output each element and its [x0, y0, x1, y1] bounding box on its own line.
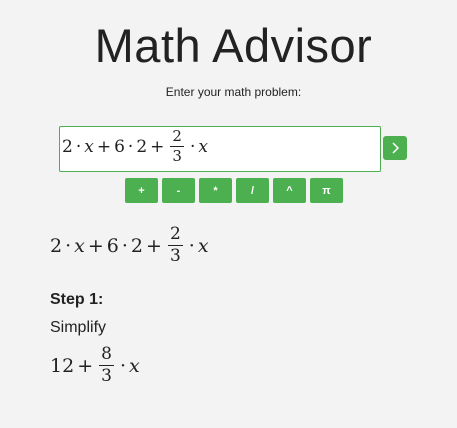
fraction-numerator: 2 — [170, 127, 184, 147]
input-operator: · — [75, 136, 82, 157]
input-operator: · — [189, 136, 196, 157]
expression-operator: · — [65, 234, 72, 257]
input-prompt-label: Enter your math problem: — [165, 85, 302, 99]
step-title: Step 1: — [50, 291, 104, 308]
result-variable: x — [128, 354, 140, 377]
result-token: 12 — [50, 354, 75, 377]
expression-token: 2 — [130, 234, 144, 257]
input-token: 2 — [62, 136, 73, 157]
input-variable: x — [84, 136, 94, 157]
step-result-expression: 12 + 8 3 · x — [50, 346, 140, 385]
expression-variable: x — [197, 234, 209, 257]
expression-display: 2 · x + 6 · 2 + 2 3 · x — [50, 226, 209, 265]
key-pi-button[interactable]: π — [310, 178, 343, 203]
input-variable: x — [198, 136, 208, 157]
input-math-expression: 2 · x + 6 · 2 + 2 3 · x — [62, 129, 208, 164]
result-fraction: 8 3 — [99, 346, 114, 385]
key-plus-button[interactable]: + — [125, 178, 158, 203]
input-token: 2 — [136, 136, 148, 157]
expression-token: 2 — [50, 234, 63, 257]
expression-token: 6 — [106, 234, 119, 257]
input-operator: · — [127, 136, 134, 157]
submit-button[interactable] — [383, 136, 407, 160]
key-power-button[interactable]: ^ — [273, 178, 306, 203]
fraction-numerator: 2 — [167, 224, 183, 246]
expression-fraction: 2 3 — [167, 224, 183, 266]
fraction-denominator: 3 — [169, 246, 181, 266]
chevron-right-icon — [392, 142, 400, 154]
fraction-denominator: 3 — [172, 147, 182, 165]
key-multiply-button[interactable]: * — [199, 178, 232, 203]
step-description: Simplify — [50, 319, 107, 336]
result-operator: · — [119, 354, 126, 377]
result-operator: + — [77, 354, 94, 377]
expression-operator: + — [146, 234, 162, 257]
fraction-denominator: 3 — [101, 366, 112, 386]
expression-variable: x — [74, 234, 85, 257]
key-minus-button[interactable]: - — [162, 178, 195, 203]
expression-operator: · — [188, 234, 195, 257]
math-input-field[interactable]: 2 · x + 6 · 2 + 2 3 · x — [59, 126, 381, 172]
input-operator: + — [96, 136, 112, 157]
fraction-numerator: 8 — [99, 344, 114, 366]
input-operator: + — [150, 136, 165, 157]
input-fraction: 2 3 — [170, 129, 184, 164]
input-token: 6 — [114, 136, 125, 157]
page-title: Math Advisor — [94, 19, 373, 72]
expression-operator: + — [87, 234, 104, 257]
key-divide-button[interactable]: / — [236, 178, 269, 203]
expression-operator: · — [121, 234, 128, 257]
